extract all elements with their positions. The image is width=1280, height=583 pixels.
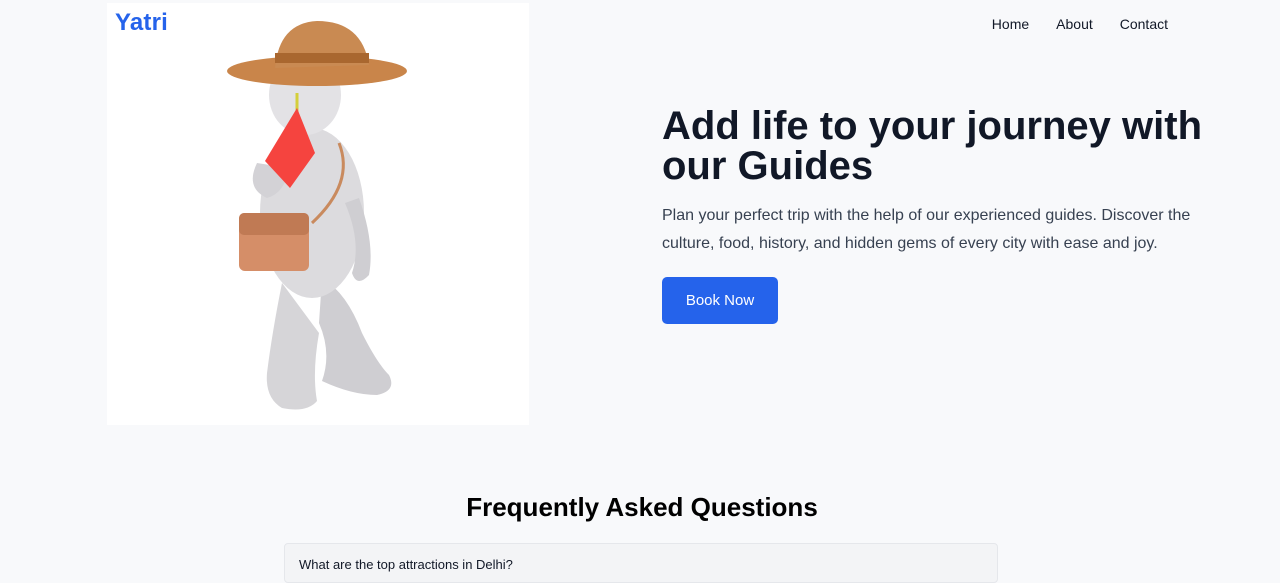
book-now-button[interactable]: Book Now [662,277,778,324]
faq-title: Frequently Asked Questions [466,492,818,522]
hero-subtitle: Plan your perfect trip with the help of … [662,207,1191,252]
main-nav: Home About Contact [992,16,1168,32]
faq-question: What are the top attractions in Delhi? [299,557,513,572]
brand-logo[interactable]: Yatri [115,9,168,37]
faq-item[interactable]: What are the top attractions in Delhi? [284,543,998,583]
hero-title: Add life to your journey with our Guides [662,104,1202,188]
nav-home-link[interactable]: Home [992,16,1029,32]
nav-about-link[interactable]: About [1056,16,1093,32]
traveler-figure-illustration [227,21,407,410]
nav-contact-link[interactable]: Contact [1120,16,1168,32]
hero-image [107,3,529,425]
